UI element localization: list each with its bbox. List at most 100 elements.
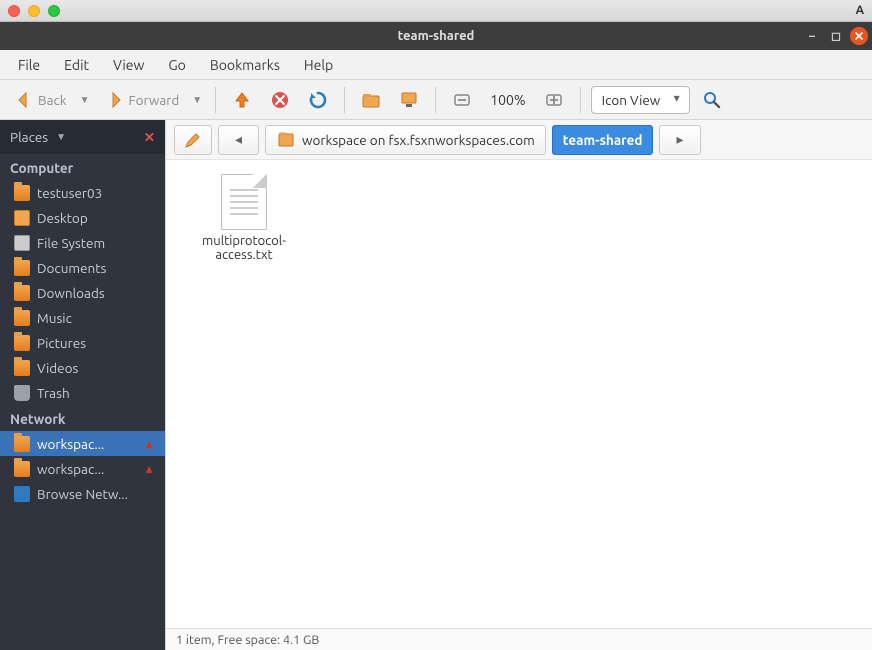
sidebar-item-label: Documents — [37, 260, 106, 276]
up-button[interactable] — [226, 86, 258, 114]
path-segment-root[interactable]: workspace on fsx.fsxnworkspaces.com — [265, 125, 546, 155]
window-title: team-shared — [398, 29, 475, 43]
folder-icon — [14, 285, 30, 301]
sidebar-item-documents[interactable]: Documents — [0, 255, 165, 280]
sidebar-item-desktop[interactable]: Desktop — [0, 205, 165, 230]
file-item[interactable]: multiprotocol-access.txt — [184, 174, 304, 262]
sidebar-item-downloads[interactable]: Downloads — [0, 280, 165, 305]
chevron-down-icon: ▼ — [56, 131, 66, 143]
app-titlebar: team-shared – ◻ — [0, 22, 872, 50]
trash-icon — [14, 385, 30, 401]
search-icon — [702, 90, 722, 110]
path-segment-current[interactable]: team-shared — [552, 125, 654, 155]
chevron-right-icon: ▸ — [668, 131, 691, 148]
back-label: Back — [38, 92, 67, 108]
sidebar-item-label: workspac... — [37, 436, 104, 452]
sidebar-item-label: Downloads — [37, 285, 105, 301]
separator — [580, 87, 581, 113]
menu-go[interactable]: Go — [158, 53, 195, 77]
separator — [344, 87, 345, 113]
window-maximize-icon[interactable]: ◻ — [826, 26, 846, 46]
text-file-icon — [221, 174, 267, 230]
folder-icon — [14, 461, 30, 477]
back-button[interactable]: Back — [8, 86, 73, 114]
corner-indicator: A — [856, 4, 864, 17]
folder-icon — [14, 436, 30, 452]
file-icon-view[interactable]: multiprotocol-access.txt — [166, 160, 872, 628]
menu-bookmarks[interactable]: Bookmarks — [200, 53, 290, 77]
sidebar-item-network-share[interactable]: workspac... ▲ — [0, 456, 165, 481]
sidebar-header[interactable]: Places ▼ ✕ — [0, 120, 165, 154]
sidebar-item-label: Videos — [37, 360, 78, 376]
sidebar-category-network: Network — [0, 405, 165, 431]
folder-icon — [14, 360, 30, 376]
statusbar-text: 1 item, Free space: 4.1 GB — [176, 633, 319, 647]
traffic-close-icon[interactable] — [8, 5, 20, 17]
folder-icon — [14, 185, 30, 201]
sidebar-item-music[interactable]: Music — [0, 305, 165, 330]
menu-file[interactable]: File — [8, 53, 50, 77]
sidebar-category-computer: Computer — [0, 154, 165, 180]
menu-view[interactable]: View — [103, 53, 154, 77]
window-close-icon[interactable] — [850, 27, 868, 45]
arrow-left-icon — [14, 90, 34, 110]
path-segment-label: team-shared — [563, 132, 643, 148]
search-button[interactable] — [696, 86, 728, 114]
menu-help[interactable]: Help — [294, 53, 343, 77]
sidebar-item-filesystem[interactable]: File System — [0, 230, 165, 255]
sidebar-close-icon[interactable]: ✕ — [144, 129, 155, 146]
sidebar-item-pictures[interactable]: Pictures — [0, 330, 165, 355]
stop-button[interactable] — [264, 86, 296, 114]
reload-button[interactable] — [302, 86, 334, 114]
computer-icon — [399, 90, 419, 110]
edit-path-button[interactable] — [174, 125, 212, 155]
zoom-in-icon — [544, 90, 564, 110]
arrow-up-icon — [232, 90, 252, 110]
traffic-zoom-icon[interactable] — [48, 5, 60, 17]
stop-icon — [270, 90, 290, 110]
sidebar-item-browse-network[interactable]: Browse Netw... — [0, 481, 165, 506]
menu-edit[interactable]: Edit — [54, 53, 99, 77]
chevron-left-icon: ◂ — [227, 131, 250, 148]
network-icon — [14, 486, 30, 502]
computer-button[interactable] — [393, 86, 425, 114]
statusbar: 1 item, Free space: 4.1 GB — [166, 628, 872, 650]
sidebar-item-label: Pictures — [37, 335, 86, 351]
separator — [215, 87, 216, 113]
forward-label: Forward — [129, 92, 180, 108]
toolbar: Back ▼ Forward ▼ — [0, 80, 872, 120]
pencil-icon — [183, 130, 203, 150]
menubar: File Edit View Go Bookmarks Help — [0, 50, 872, 80]
sidebar-item-label: File System — [37, 235, 105, 251]
home-folder-icon — [361, 90, 381, 110]
eject-icon[interactable]: ▲ — [143, 462, 155, 476]
path-back-button[interactable]: ◂ — [218, 125, 259, 155]
sidebar-item-network-share-selected[interactable]: workspac... ▲ — [0, 431, 165, 456]
folder-icon — [14, 310, 30, 326]
sidebar-item-label: workspac... — [37, 461, 104, 477]
sidebar-item-home[interactable]: testuser03 — [0, 180, 165, 205]
traffic-minimize-icon[interactable] — [28, 5, 40, 17]
sidebar-item-trash[interactable]: Trash — [0, 380, 165, 405]
sidebar-item-videos[interactable]: Videos — [0, 355, 165, 380]
sidebar-item-label: Browse Netw... — [37, 486, 128, 502]
path-forward-button[interactable]: ▸ — [659, 125, 700, 155]
outer-titlebar: A — [0, 0, 872, 22]
back-dropdown[interactable]: ▼ — [77, 94, 93, 106]
zoom-out-button[interactable] — [446, 86, 478, 114]
zoom-in-button[interactable] — [538, 86, 570, 114]
separator — [435, 87, 436, 113]
forward-button[interactable]: Forward — [99, 86, 186, 114]
eject-icon[interactable]: ▲ — [143, 437, 155, 451]
zoom-out-icon — [452, 90, 472, 110]
view-mode-select[interactable]: Icon View — [591, 86, 690, 114]
forward-dropdown[interactable]: ▼ — [189, 94, 205, 106]
pathbar: ◂ workspace on fsx.fsxnworkspaces.com te… — [166, 120, 872, 160]
server-icon — [276, 130, 296, 150]
folder-icon — [14, 335, 30, 351]
window-minimize-icon[interactable]: – — [802, 26, 822, 46]
home-button[interactable] — [355, 86, 387, 114]
reload-icon — [308, 90, 328, 110]
arrow-right-icon — [105, 90, 125, 110]
drive-icon — [14, 235, 30, 251]
